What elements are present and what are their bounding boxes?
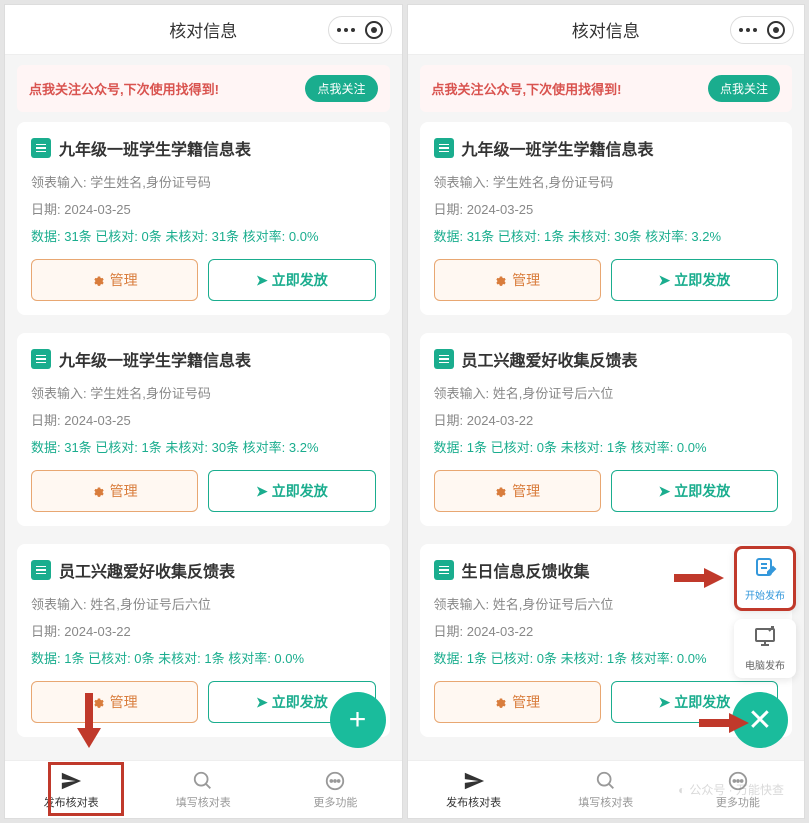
tabbar: 发布核对表 填写核对表 更多功能 [5, 760, 402, 818]
page-title: 核对信息 [572, 17, 640, 42]
tab-more[interactable]: 更多功能 [269, 761, 401, 818]
checklist-card: 九年级一班学生学籍信息表 领表输入: 学生姓名,身份证号码 日期: 2024-0… [17, 333, 390, 526]
gear-icon [494, 484, 508, 498]
arrow-icon: ➤ [256, 483, 268, 500]
close-miniapp-icon [767, 21, 785, 39]
left-phone: 核对信息 点我关注公众号,下次使用找得到! 点我关注 九年级一班学生学籍信息表 … [4, 4, 403, 819]
arrow-icon: ➤ [256, 272, 268, 289]
gear-icon [494, 695, 508, 709]
gear-icon [92, 273, 106, 287]
gear-icon [494, 273, 508, 287]
gear-icon [92, 484, 106, 498]
document-icon [31, 560, 51, 580]
edit-icon [753, 555, 777, 585]
card-stats: 数据: 31条 已核对: 1条 未核对: 30条 核对率: 3.2% [31, 437, 376, 456]
publish-button[interactable]: ➤ 立即发放 [611, 470, 778, 512]
manage-button[interactable]: 管理 [434, 470, 601, 512]
card-title: 员工兴趣爱好收集反馈表 [462, 347, 638, 371]
card-stats: 数据: 1条 已核对: 0条 未核对: 1条 核对率: 0.0% [434, 437, 779, 456]
follow-button[interactable]: 点我关注 [305, 75, 377, 102]
manage-button[interactable]: 管理 [31, 470, 198, 512]
more-icon [739, 28, 757, 32]
publish-button[interactable]: ➤ 立即发放 [208, 470, 375, 512]
publish-button[interactable]: ➤ 立即发放 [611, 259, 778, 301]
wechat-icon: ◐ [678, 783, 685, 797]
capsule-menu[interactable] [730, 16, 794, 44]
page-title: 核对信息 [169, 17, 237, 42]
more-icon [337, 28, 355, 32]
search-icon [192, 770, 214, 792]
more-icon [324, 770, 346, 792]
manage-button[interactable]: 管理 [31, 681, 198, 723]
document-icon [434, 138, 454, 158]
manage-button[interactable]: 管理 [31, 259, 198, 301]
checklist-card: 九年级一班学生学籍信息表 领表输入: 学生姓名,身份证号码 日期: 2024-0… [420, 122, 793, 315]
banner-text: 点我关注公众号,下次使用找得到! [432, 79, 622, 98]
tab-fill[interactable]: 填写核对表 [137, 761, 269, 818]
right-phone: 核对信息 点我关注公众号,下次使用找得到! 点我关注 九年级一班学生学籍信息表 … [407, 4, 806, 819]
card-title: 九年级一班学生学籍信息表 [462, 136, 654, 160]
float-pc-publish[interactable]: 电脑发布 [734, 619, 796, 678]
document-icon [434, 349, 454, 369]
arrow-icon: ➤ [256, 694, 268, 711]
arrow-icon: ➤ [659, 483, 671, 500]
card-title: 员工兴趣爱好收集反馈表 [59, 558, 235, 582]
tab-publish[interactable]: 发布核对表 [5, 761, 137, 818]
follow-banner: 点我关注公众号,下次使用找得到! 点我关注 [420, 65, 793, 112]
annotation-arrow-right [674, 568, 724, 588]
follow-banner: 点我关注公众号,下次使用找得到! 点我关注 [17, 65, 390, 112]
banner-text: 点我关注公众号,下次使用找得到! [29, 79, 219, 98]
send-icon [463, 770, 485, 792]
document-icon [31, 349, 51, 369]
send-icon [60, 770, 82, 792]
publish-button[interactable]: ➤ 立即发放 [208, 259, 375, 301]
header: 核对信息 [408, 5, 805, 55]
annotation-arrow-right [699, 713, 749, 733]
document-icon [434, 560, 454, 580]
checklist-card: 九年级一班学生学籍信息表 领表输入: 学生姓名,身份证号码 日期: 2024-0… [17, 122, 390, 315]
card-stats: 数据: 31条 已核对: 0条 未核对: 31条 核对率: 0.0% [31, 226, 376, 245]
checklist-card: 员工兴趣爱好收集反馈表 领表输入: 姓名,身份证号后六位 日期: 2024-03… [420, 333, 793, 526]
add-fab[interactable]: + [330, 692, 386, 748]
card-title: 九年级一班学生学籍信息表 [59, 136, 251, 160]
tab-publish[interactable]: 发布核对表 [408, 761, 540, 818]
card-title: 九年级一班学生学籍信息表 [59, 347, 251, 371]
annotation-arrow-down [77, 693, 101, 748]
header: 核对信息 [5, 5, 402, 55]
arrow-icon: ➤ [659, 272, 671, 289]
capsule-menu[interactable] [328, 16, 392, 44]
card-title: 生日信息反馈收集 [462, 558, 590, 582]
manage-button[interactable]: 管理 [434, 681, 601, 723]
watermark: ◐ 公众号 · 万能快查 [678, 781, 784, 798]
search-icon [595, 770, 617, 792]
manage-button[interactable]: 管理 [434, 259, 601, 301]
document-icon [31, 138, 51, 158]
card-stats: 数据: 1条 已核对: 0条 未核对: 1条 核对率: 0.0% [31, 648, 376, 667]
close-miniapp-icon [365, 21, 383, 39]
tab-fill[interactable]: 填写核对表 [540, 761, 672, 818]
card-stats: 数据: 31条 已核对: 1条 未核对: 30条 核对率: 3.2% [434, 226, 779, 245]
close-icon: ✕ [747, 703, 772, 738]
plus-icon: + [349, 703, 367, 737]
follow-button[interactable]: 点我关注 [708, 75, 780, 102]
content-list: 九年级一班学生学籍信息表 领表输入: 学生姓名,身份证号码 日期: 2024-0… [5, 122, 402, 737]
desktop-icon [753, 625, 777, 655]
float-start-publish[interactable]: 开始发布 [734, 546, 796, 611]
arrow-icon: ➤ [659, 694, 671, 711]
card-stats: 数据: 1条 已核对: 0条 未核对: 1条 核对率: 0.0% [434, 648, 779, 667]
float-menu: 开始发布 电脑发布 [734, 546, 796, 678]
